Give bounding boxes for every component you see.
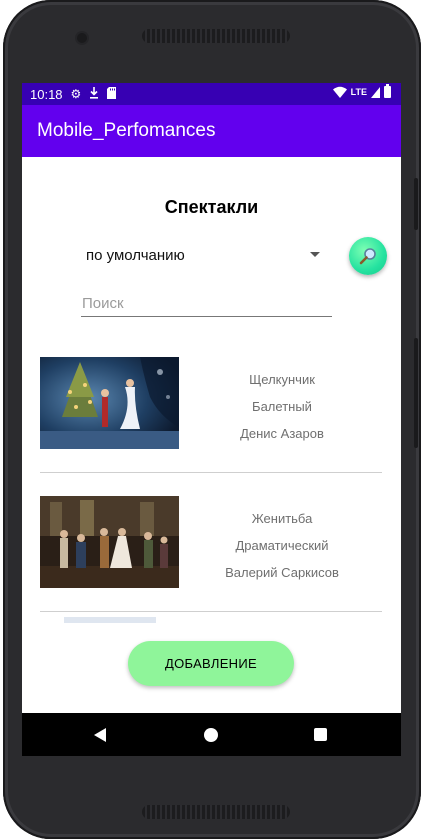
status-bar: 10:18 ⚙ LTE bbox=[22, 83, 401, 105]
dropdown-arrow-icon bbox=[310, 252, 320, 257]
performance-director: Денис Азаров bbox=[240, 426, 324, 441]
search-input[interactable] bbox=[81, 291, 332, 317]
device-screen: 10:18 ⚙ LTE Mobile_Perfomances Спектакли… bbox=[22, 83, 401, 756]
divider bbox=[40, 611, 382, 612]
performance-genre: Драматический bbox=[235, 538, 329, 553]
search-button[interactable] bbox=[349, 237, 387, 275]
recent-apps-icon[interactable] bbox=[314, 728, 327, 741]
power-button bbox=[414, 338, 418, 448]
volume-button bbox=[414, 178, 418, 230]
home-icon[interactable] bbox=[204, 728, 218, 742]
performance-title: Женитьба bbox=[251, 511, 313, 526]
gear-icon: ⚙ bbox=[70, 87, 82, 101]
performance-info: Щелкунчик Балетный Денис Азаров bbox=[212, 366, 352, 447]
add-button[interactable]: ДОБАВЛЕНИЕ bbox=[128, 641, 294, 686]
network-type: LTE bbox=[350, 87, 367, 97]
list-item[interactable]: Щелкунчик Балетный Денис Азаров bbox=[22, 339, 401, 479]
bottom-speaker bbox=[142, 805, 290, 819]
performances-list[interactable]: Щелкунчик Балетный Денис Азаров Женитьба… bbox=[22, 339, 401, 623]
performance-director: Валерий Саркисов bbox=[225, 565, 339, 580]
app-title: Mobile_Perfomances bbox=[37, 120, 216, 141]
front-camera bbox=[77, 33, 87, 43]
signal-icon bbox=[371, 86, 380, 98]
sort-spinner[interactable]: по умолчанию bbox=[80, 243, 322, 267]
performance-image bbox=[40, 357, 179, 449]
list-item[interactable] bbox=[22, 617, 401, 623]
performance-genre: Балетный bbox=[252, 399, 312, 414]
app-bar: Mobile_Perfomances bbox=[22, 105, 401, 157]
sort-spinner-value: по умолчанию bbox=[86, 246, 185, 264]
navigation-bar bbox=[22, 713, 401, 756]
wifi-icon bbox=[332, 86, 347, 98]
battery-icon bbox=[384, 84, 391, 98]
sd-card-icon bbox=[107, 87, 117, 101]
download-icon bbox=[89, 87, 99, 101]
performance-image bbox=[64, 617, 156, 623]
top-speaker bbox=[142, 29, 290, 43]
divider bbox=[40, 472, 382, 473]
performance-info: Женитьба Драматический Валерий Саркисов bbox=[212, 505, 352, 586]
status-time: 10:18 bbox=[30, 86, 63, 102]
performance-image bbox=[40, 496, 179, 588]
magnifier-icon bbox=[359, 248, 376, 265]
list-item[interactable]: Женитьба Драматический Валерий Саркисов bbox=[22, 478, 401, 618]
performance-title: Щелкунчик bbox=[249, 372, 315, 387]
back-icon[interactable] bbox=[94, 728, 106, 742]
page-title: Спектакли bbox=[164, 197, 259, 217]
main-content: Спектакли по умолчанию Поиск Щелкунчик Б… bbox=[22, 157, 401, 713]
